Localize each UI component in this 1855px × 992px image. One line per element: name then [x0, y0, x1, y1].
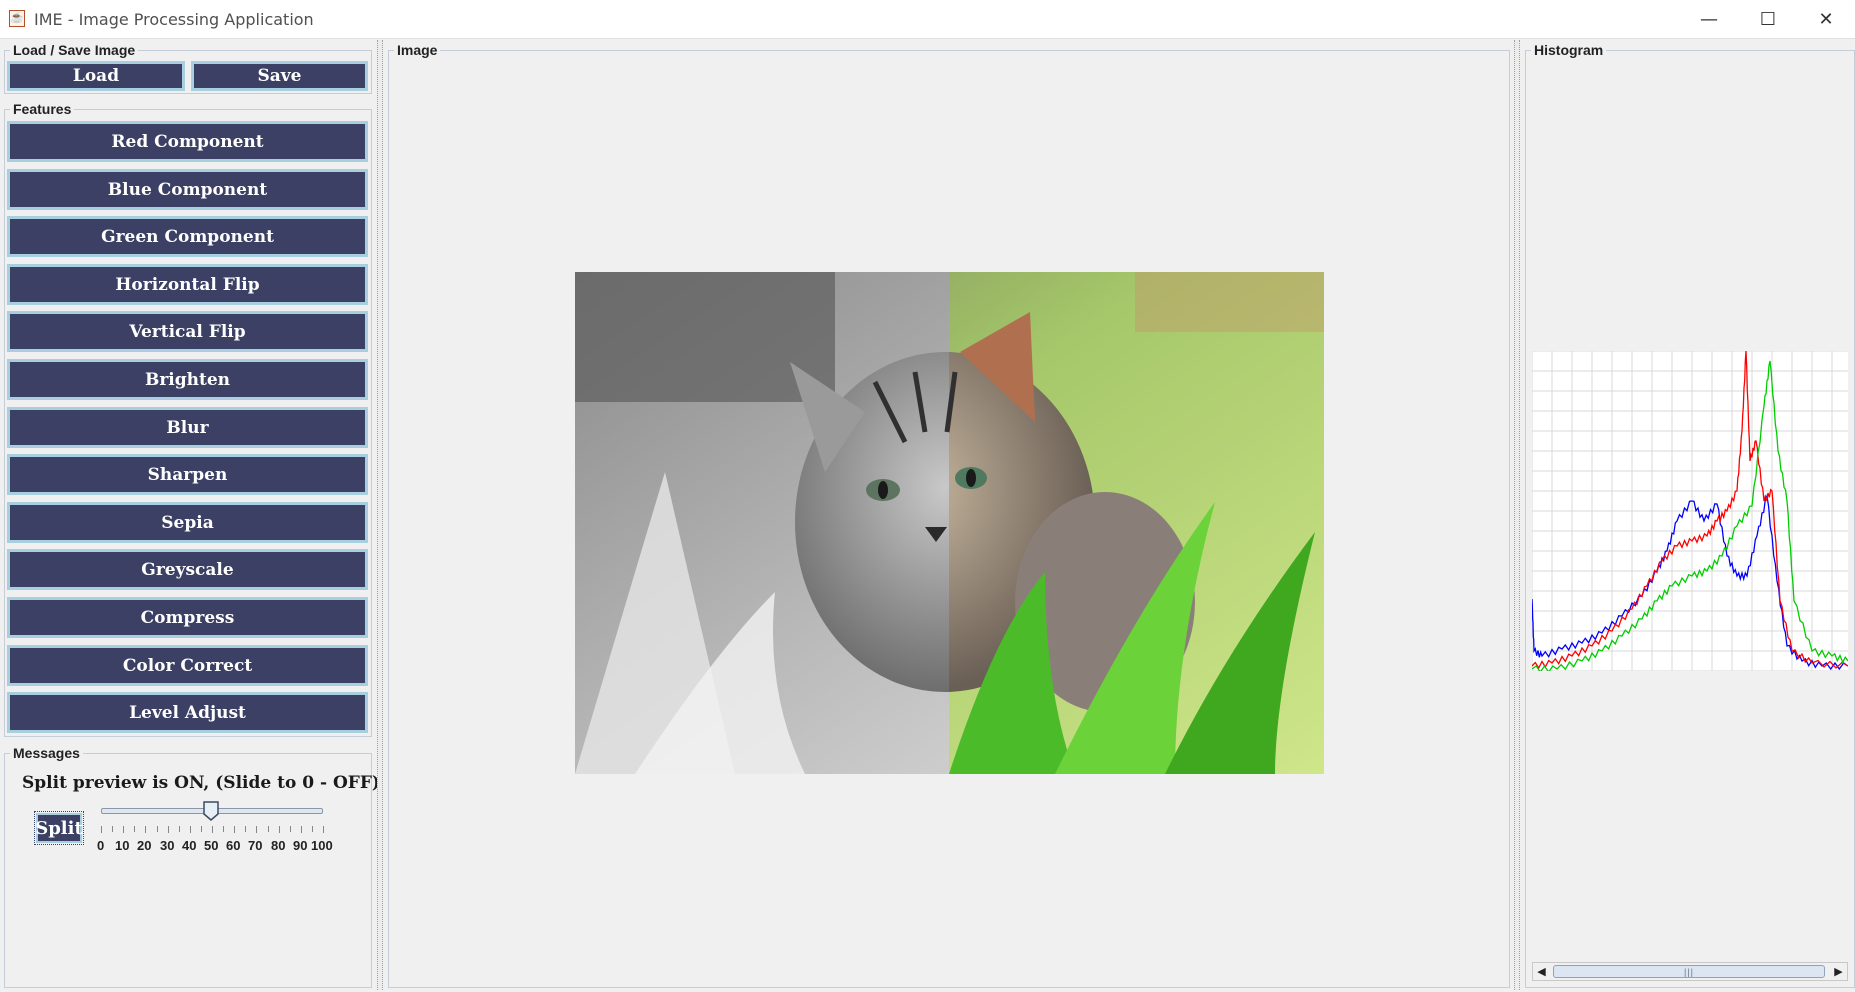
slider-tick: [212, 826, 213, 833]
slider-tick: [101, 826, 102, 833]
slider-tick: [201, 826, 202, 832]
feature-button-sharpen[interactable]: Sharpen: [7, 454, 368, 495]
slider-tick: [145, 826, 146, 833]
feature-button-red-component[interactable]: Red Component: [7, 121, 368, 162]
feature-button-blue-component[interactable]: Blue Component: [7, 169, 368, 210]
load-button[interactable]: Load: [7, 61, 185, 91]
image-panel-title: Image: [394, 42, 441, 58]
split-button[interactable]: Split: [34, 811, 84, 845]
slider-tick-label: 70: [248, 838, 263, 853]
feature-button-level-adjust[interactable]: Level Adjust: [7, 692, 368, 733]
feature-button-color-correct[interactable]: Color Correct: [7, 645, 368, 686]
scroll-right-arrow-icon[interactable]: ▶: [1830, 963, 1847, 980]
feature-button-horizontal-flip[interactable]: Horizontal Flip: [7, 264, 368, 305]
slider-tick: [223, 826, 224, 832]
histogram-chart: [1532, 351, 1848, 671]
feature-button-vertical-flip[interactable]: Vertical Flip: [7, 311, 368, 352]
kitten-image: [575, 272, 1324, 774]
right-split-divider[interactable]: [1514, 40, 1520, 990]
slider-tick-label: 0: [97, 838, 105, 853]
slider-tick: [234, 826, 235, 833]
slider-tick: [134, 826, 135, 832]
histogram-green-series: [1532, 360, 1848, 671]
scroll-thumb[interactable]: |||: [1553, 965, 1825, 978]
slider-tick-label: 90: [293, 838, 308, 853]
feature-button-greyscale[interactable]: Greyscale: [7, 549, 368, 590]
slider-tick: [256, 826, 257, 833]
slider-tick: [123, 826, 124, 833]
window-titlebar: ☕ IME - Image Processing Application — ☐…: [0, 0, 1855, 39]
slider-tick-label: 20: [137, 838, 152, 853]
window-title: IME - Image Processing Application: [34, 10, 314, 29]
minimize-button[interactable]: —: [1680, 0, 1738, 38]
slider-tick: [168, 826, 169, 833]
close-button[interactable]: ✕: [1797, 0, 1855, 38]
feature-button-blur[interactable]: Blur: [7, 407, 368, 448]
slider-tick: [301, 826, 302, 833]
slider-tick: [112, 826, 113, 832]
slider-tick: [323, 826, 324, 833]
slider-tick: [157, 826, 158, 832]
feature-button-green-component[interactable]: Green Component: [7, 216, 368, 257]
left-split-divider[interactable]: [377, 40, 383, 990]
java-cup-icon: ☕: [9, 10, 25, 27]
slider-tick-label: 40: [182, 838, 197, 853]
features-title: Features: [10, 101, 75, 117]
slider-tick-label: 100: [311, 838, 333, 853]
split-slider-thumb[interactable]: [203, 801, 219, 821]
split-status-message: Split preview is ON, (Slide to 0 - OFF): [22, 773, 380, 793]
feature-button-sepia[interactable]: Sepia: [7, 502, 368, 543]
slider-tick-label: 80: [271, 838, 286, 853]
slider-tick: [190, 826, 191, 833]
load-save-title: Load / Save Image: [10, 42, 139, 58]
slider-tick: [245, 826, 246, 832]
slider-tick-label: 60: [226, 838, 241, 853]
histogram-horizontal-scrollbar[interactable]: ◀ ||| ▶: [1532, 962, 1848, 981]
messages-title: Messages: [10, 745, 83, 761]
slider-tick-label: 10: [115, 838, 130, 853]
maximize-button[interactable]: ☐: [1739, 0, 1797, 38]
slider-tick: [312, 826, 313, 832]
save-button[interactable]: Save: [191, 61, 368, 91]
slider-tick-label: 50: [204, 838, 219, 853]
histogram-blue-series: [1532, 493, 1848, 671]
slider-tick: [290, 826, 291, 832]
slider-tick: [179, 826, 180, 832]
slider-tick-label: 30: [160, 838, 175, 853]
slider-tick: [279, 826, 280, 833]
feature-button-compress[interactable]: Compress: [7, 597, 368, 638]
scroll-left-arrow-icon[interactable]: ◀: [1533, 963, 1550, 980]
histogram-title: Histogram: [1531, 42, 1607, 58]
feature-button-brighten[interactable]: Brighten: [7, 359, 368, 400]
slider-tick: [268, 826, 269, 832]
